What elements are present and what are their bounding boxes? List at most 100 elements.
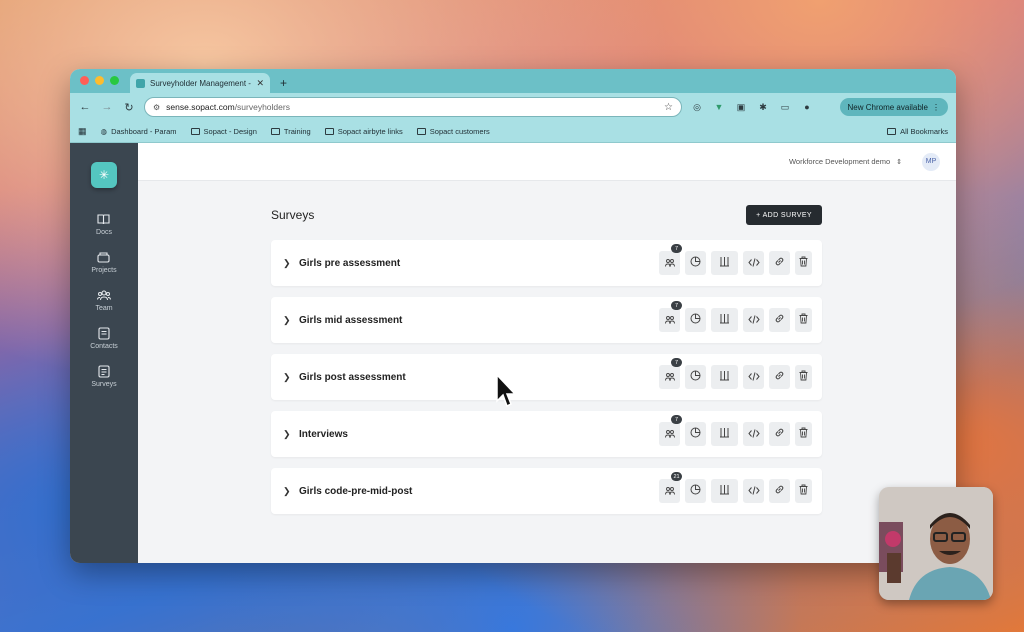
pie-chart-icon — [690, 311, 701, 329]
link-icon — [774, 311, 785, 329]
box-icon — [97, 250, 111, 264]
puzzle-extension-icon[interactable]: ▣ — [734, 102, 748, 113]
columns-icon — [719, 311, 730, 329]
embed-code-button[interactable] — [743, 365, 764, 389]
survey-row[interactable]: ❯ Interviews 7 — [271, 411, 822, 457]
analytics-button[interactable] — [685, 251, 706, 275]
delete-button[interactable] — [795, 251, 812, 275]
responses-icon — [664, 425, 675, 443]
back-icon[interactable]: ← — [78, 101, 92, 113]
copy-link-button[interactable] — [769, 422, 790, 446]
extension-icon[interactable]: ◎ — [690, 102, 704, 113]
all-bookmarks[interactable]: All Bookmarks — [887, 127, 948, 136]
address-bar[interactable]: ⚙ sense.sopact.com/surveyholders ☆ — [144, 97, 682, 117]
columns-icon — [719, 254, 730, 272]
report-button[interactable] — [711, 308, 738, 332]
report-button[interactable] — [711, 365, 738, 389]
responses-button[interactable]: 7 — [659, 244, 682, 275]
bookmark-item[interactable]: Training — [270, 127, 311, 136]
apps-grid-icon[interactable]: ▦ — [78, 126, 87, 137]
responses-icon — [664, 482, 675, 500]
analytics-button[interactable] — [685, 479, 706, 503]
sidebar-item-team[interactable]: Team — [95, 288, 113, 312]
code-icon — [747, 254, 760, 272]
chevron-right-icon[interactable]: ❯ — [283, 258, 293, 269]
survey-row[interactable]: ❯ Girls code-pre-mid-post 21 — [271, 468, 822, 514]
survey-row[interactable]: ❯ Girls post assessment 7 — [271, 354, 822, 400]
sidebar-item-contacts[interactable]: Contacts — [90, 326, 118, 350]
site-info-icon[interactable]: ⚙ — [153, 103, 160, 112]
response-count-badge: 7 — [671, 415, 682, 424]
chevron-right-icon[interactable]: ❯ — [283, 372, 293, 383]
sidebar-item-projects[interactable]: Projects — [91, 250, 117, 274]
bookmark-item[interactable]: Sopact - Design — [190, 127, 257, 136]
analytics-button[interactable] — [685, 308, 706, 332]
trash-icon — [799, 425, 808, 443]
responses-button[interactable]: 7 — [659, 358, 682, 389]
url-text: sense.sopact.com/surveyholders — [166, 102, 290, 112]
sidebar-item-surveys[interactable]: Surveys — [91, 364, 117, 388]
report-button[interactable] — [711, 479, 738, 503]
survey-actions: 21 — [659, 472, 812, 503]
folder-icon — [887, 128, 897, 135]
embed-code-button[interactable] — [743, 308, 764, 332]
browser-toolbar: ← → ↻ ⚙ sense.sopact.com/surveyholders ☆… — [70, 93, 956, 121]
sidebar-item-label: Docs — [96, 229, 112, 236]
close-window-button[interactable] — [80, 76, 89, 85]
embed-code-button[interactable] — [743, 422, 764, 446]
analytics-button[interactable] — [685, 422, 706, 446]
minimize-window-button[interactable] — [95, 76, 104, 85]
analytics-button[interactable] — [685, 365, 706, 389]
add-survey-button[interactable]: + ADD SURVEY — [746, 205, 822, 225]
delete-button[interactable] — [795, 308, 812, 332]
reload-icon[interactable]: ↻ — [122, 101, 136, 114]
browser-tab[interactable]: Surveyholder Management - ✕ — [130, 73, 270, 93]
org-selector[interactable]: Workforce Development demo ⇕ — [789, 157, 902, 166]
chevron-right-icon[interactable]: ❯ — [283, 429, 293, 440]
vue-extension-icon[interactable]: ▼ — [712, 102, 726, 112]
survey-row[interactable]: ❯ Girls mid assessment 7 — [271, 297, 822, 343]
sidebar-item-label: Surveys — [91, 381, 117, 388]
delete-button[interactable] — [795, 422, 812, 446]
response-count-badge: 7 — [671, 244, 682, 253]
copy-link-button[interactable] — [769, 365, 790, 389]
profile-avatar-icon[interactable]: ● — [800, 102, 814, 112]
survey-name: Girls code-pre-mid-post — [299, 485, 413, 497]
presenter-video-image — [879, 487, 993, 600]
copy-link-button[interactable] — [769, 308, 790, 332]
extensions-icon[interactable]: ✱ — [756, 102, 770, 113]
copy-link-button[interactable] — [769, 479, 790, 503]
embed-code-button[interactable] — [743, 251, 764, 275]
chevron-right-icon[interactable]: ❯ — [283, 315, 293, 326]
code-icon — [747, 368, 760, 386]
embed-code-button[interactable] — [743, 479, 764, 503]
trash-icon — [799, 368, 808, 386]
responses-button[interactable]: 7 — [659, 415, 682, 446]
new-tab-button[interactable]: + — [280, 76, 287, 90]
maximize-window-button[interactable] — [110, 76, 119, 85]
sidebar-item-docs[interactable]: Docs — [96, 212, 112, 236]
chrome-update-button[interactable]: New Chrome available ⋮ — [839, 98, 948, 116]
responses-button[interactable]: 21 — [659, 472, 682, 503]
bookmark-item[interactable]: Sopact airbyte links — [324, 127, 403, 136]
tab-close-icon[interactable]: ✕ — [256, 78, 264, 89]
code-icon — [747, 425, 760, 443]
bookmark-item[interactable]: ◍ Dashboard - Param — [101, 127, 177, 136]
responses-button[interactable]: 7 — [659, 301, 682, 332]
delete-button[interactable] — [795, 479, 812, 503]
report-button[interactable] — [711, 251, 738, 275]
report-button[interactable] — [711, 422, 738, 446]
more-menu-icon: ⋮ — [932, 102, 940, 112]
star-icon[interactable]: ☆ — [664, 102, 673, 113]
forward-icon[interactable]: → — [100, 101, 114, 113]
responses-icon — [664, 368, 675, 386]
response-count-badge: 21 — [671, 472, 682, 481]
cast-icon[interactable]: ▭ — [778, 102, 792, 113]
bookmark-item[interactable]: Sopact customers — [416, 127, 490, 136]
copy-link-button[interactable] — [769, 251, 790, 275]
survey-row[interactable]: ❯ Girls pre assessment 7 — [271, 240, 822, 286]
app-logo-icon[interactable]: ✳ — [91, 162, 117, 188]
delete-button[interactable] — [795, 365, 812, 389]
chevron-right-icon[interactable]: ❯ — [283, 486, 293, 497]
avatar[interactable]: MP — [922, 152, 940, 171]
